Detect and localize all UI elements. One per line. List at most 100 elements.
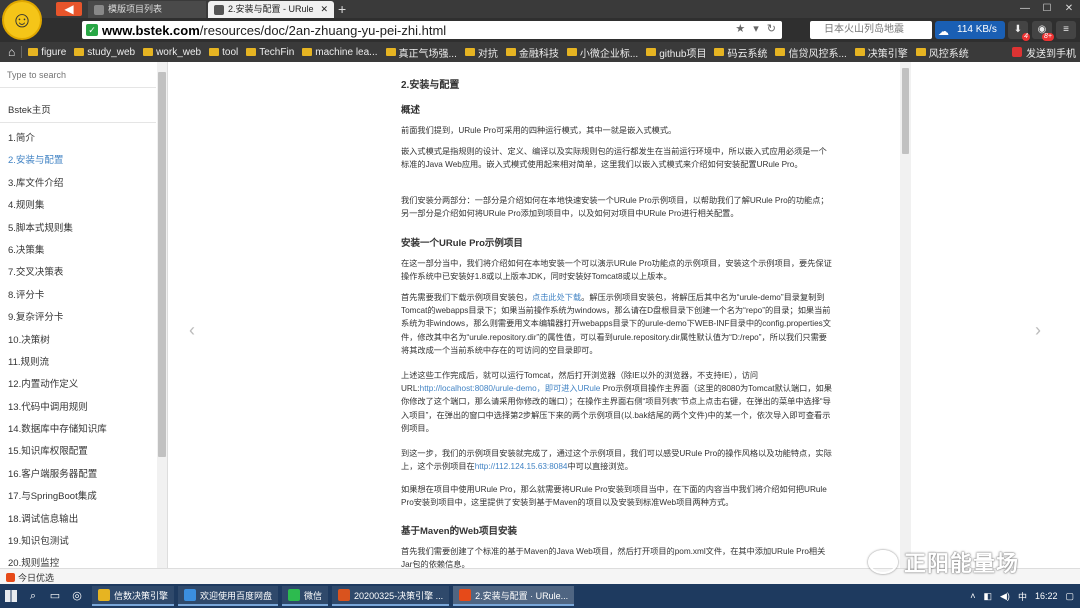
new-tab-button[interactable]: + xyxy=(338,0,346,18)
sidebar-item[interactable]: 7.交叉决策表 xyxy=(8,266,107,288)
sidebar-item[interactable]: 10.决策树 xyxy=(8,334,107,356)
main-content: ‹ › 2.安装与配置 概述 前面我们提到，URule Pro可采用的四种运行模… xyxy=(169,62,1069,568)
paragraph: 到这一步，我们的示例项目安装就完成了，通过这个示例项目，我们可以感受URule … xyxy=(401,449,832,472)
taskview-icon[interactable]: ▭ xyxy=(44,584,66,608)
sidebar-item[interactable]: 2.安装与配置 xyxy=(8,154,107,176)
sidebar-item[interactable]: 4.规则集 xyxy=(8,199,107,221)
scrollbar-thumb[interactable] xyxy=(902,68,909,154)
bookmark-smb[interactable]: 小微企业标... xyxy=(563,42,642,62)
folder-icon xyxy=(302,48,313,56)
download-icon[interactable]: ⬇ 4 xyxy=(1008,21,1030,41)
browser-icon[interactable]: ◎ xyxy=(66,584,88,608)
secure-icon: ✓ xyxy=(86,24,98,36)
sidebar-item[interactable]: 16.客户端服务器配置 xyxy=(8,468,107,490)
prev-page-icon[interactable]: ‹ xyxy=(189,320,195,341)
back-button[interactable]: ◀ xyxy=(56,2,82,16)
close-tab-icon[interactable]: ✕ xyxy=(320,1,328,18)
bookmark-risk-system[interactable]: 风控系统 xyxy=(912,42,973,62)
minimize-icon[interactable]: — xyxy=(1014,0,1036,18)
search-input[interactable] xyxy=(0,62,156,88)
bookmark-aura[interactable]: 真正气场强... xyxy=(382,42,461,62)
extension-icon[interactable]: ◉ 8+ xyxy=(1032,21,1054,41)
next-page-icon[interactable]: › xyxy=(1035,320,1041,341)
paragraph: 前面我们提到，URule Pro可采用的四种运行模式，其中一就是嵌入式模式。 xyxy=(401,126,677,135)
tab-urule-install[interactable]: 2.安装与配置 - URule ✕ xyxy=(208,1,334,18)
taskbar-app[interactable]: 信数决策引擎 xyxy=(92,586,175,606)
bstek-home-link[interactable]: Bstek主页 xyxy=(8,102,51,116)
send-to-phone[interactable]: 发送到手机 xyxy=(1012,42,1076,62)
sidebar-scrollbar[interactable] xyxy=(157,62,167,568)
cloud-icon: ☁ xyxy=(938,26,949,38)
bookmark-gitee[interactable]: 码云系统 xyxy=(710,42,771,62)
sidebar-item[interactable]: 9.复杂评分卡 xyxy=(8,311,107,333)
bookmark-github[interactable]: github项目 xyxy=(642,42,710,62)
url-input[interactable]: ✓ www.bstek.com/resources/doc/2an-zhuang… xyxy=(82,21,782,39)
notification-icon[interactable]: ▢ xyxy=(1065,591,1074,602)
taskbar-apps: 信数决策引擎 欢迎使用百度网盘 微信 20200325-决策引擎 ... 2.安装与配置… xyxy=(88,586,575,606)
tab-template-list[interactable]: 模版项目列表 xyxy=(88,1,206,18)
ime-icon[interactable]: 中 xyxy=(1018,590,1027,603)
start-button[interactable] xyxy=(0,584,22,608)
sidebar-item[interactable]: 17.与SpringBoot集成 xyxy=(8,490,107,512)
menu-icon[interactable]: ≡ xyxy=(1056,21,1076,39)
page-scrollbar[interactable] xyxy=(900,62,911,568)
folder-icon xyxy=(143,48,154,56)
bookmark-machine-learning[interactable]: machine lea... xyxy=(298,42,381,62)
bookmark-work-web[interactable]: work_web xyxy=(139,42,205,62)
taskbar-app[interactable]: 2.安装与配置 · URule... xyxy=(453,586,575,606)
taskbar-app[interactable]: 欢迎使用百度网盘 xyxy=(178,586,279,606)
scrollbar-thumb[interactable] xyxy=(158,72,166,457)
demo-url-link[interactable]: http://localhost:8080/urule-demo，即可进入URu… xyxy=(420,384,601,393)
folder-icon xyxy=(775,48,786,56)
search-box[interactable]: 日本火山列岛地震 xyxy=(810,21,932,39)
refresh-icon[interactable]: ↻ xyxy=(767,22,776,35)
folder-icon xyxy=(28,48,39,56)
online-demo-link[interactable]: http://112.124.15.63:8084 xyxy=(475,462,568,471)
dropdown-icon[interactable]: ▾ xyxy=(753,22,759,35)
page-icon xyxy=(214,4,224,15)
browser-logo[interactable]: ☺ xyxy=(2,0,42,40)
bookmark-adversarial[interactable]: 对抗 xyxy=(461,42,502,62)
download-speed[interactable]: ☁ 114 KB/s xyxy=(935,21,1005,39)
sidebar-item[interactable]: 19.知识包测试 xyxy=(8,535,107,557)
bookmark-study-web[interactable]: study_web xyxy=(70,42,139,62)
close-window-icon[interactable]: ✕ xyxy=(1058,0,1080,18)
folder-icon xyxy=(566,48,577,56)
sidebar-item[interactable]: 18.调试信息输出 xyxy=(8,513,107,535)
sidebar-item[interactable]: 1.简介 xyxy=(8,132,107,154)
download-link[interactable]: 点击此处下载 xyxy=(532,293,581,302)
paragraph: 如果想在项目中使用URule Pro，那么就需要将URule Pro安装到项目当… xyxy=(401,485,827,508)
home-icon[interactable]: ⌂ xyxy=(4,45,19,59)
sidebar-item[interactable]: 20.规则监控 xyxy=(8,557,107,568)
section-heading-maven: 基于Maven的Web项目安装 xyxy=(401,526,517,537)
folder-icon xyxy=(385,48,396,56)
bookmark-credit-risk[interactable]: 信贷风控系... xyxy=(771,42,850,62)
taskbar-app[interactable]: 微信 xyxy=(282,586,329,606)
sidebar-item[interactable]: 14.数据库中存储知识库 xyxy=(8,423,107,445)
sidebar-item[interactable]: 15.知识库权限配置 xyxy=(8,445,107,467)
search-icon[interactable]: ⌕ xyxy=(22,584,44,608)
sidebar-item[interactable]: 12.内置动作定义 xyxy=(8,378,107,400)
doc-sidebar: Bstek主页 1.简介2.安装与配置3.库文件介绍4.规则集5.脚本式规则集6… xyxy=(0,62,168,568)
bookmark-techfin[interactable]: TechFin xyxy=(242,42,298,62)
bookmark-figure[interactable]: figure xyxy=(24,42,70,62)
folder-icon xyxy=(646,48,657,56)
clock[interactable]: 16:22 xyxy=(1035,591,1058,601)
chevron-up-icon[interactable]: ˄ xyxy=(970,591,975,601)
sidebar-item[interactable]: 13.代码中调用规则 xyxy=(8,401,107,423)
sidebar-item[interactable]: 6.决策集 xyxy=(8,244,107,266)
star-icon[interactable]: ★ xyxy=(735,22,745,35)
bookmark-decision-engine[interactable]: 决策引擎 xyxy=(851,42,912,62)
today-picks-button[interactable]: 今日优选 xyxy=(6,571,54,584)
volume-icon[interactable]: ◀) xyxy=(1000,591,1010,602)
network-icon[interactable]: ◧ xyxy=(984,591,993,602)
maximize-icon[interactable]: ☐ xyxy=(1036,0,1058,18)
page-title: 2.安装与配置 xyxy=(401,80,460,91)
sidebar-item[interactable]: 11.规则流 xyxy=(8,356,107,378)
bookmark-tool[interactable]: tool xyxy=(205,42,242,62)
bookmark-fintech[interactable]: 金融科技 xyxy=(502,42,563,62)
taskbar-app[interactable]: 20200325-决策引擎 ... xyxy=(332,586,450,606)
sidebar-item[interactable]: 5.脚本式规则集 xyxy=(8,222,107,244)
sidebar-item[interactable]: 8.评分卡 xyxy=(8,289,107,311)
sidebar-item[interactable]: 3.库文件介绍 xyxy=(8,177,107,199)
